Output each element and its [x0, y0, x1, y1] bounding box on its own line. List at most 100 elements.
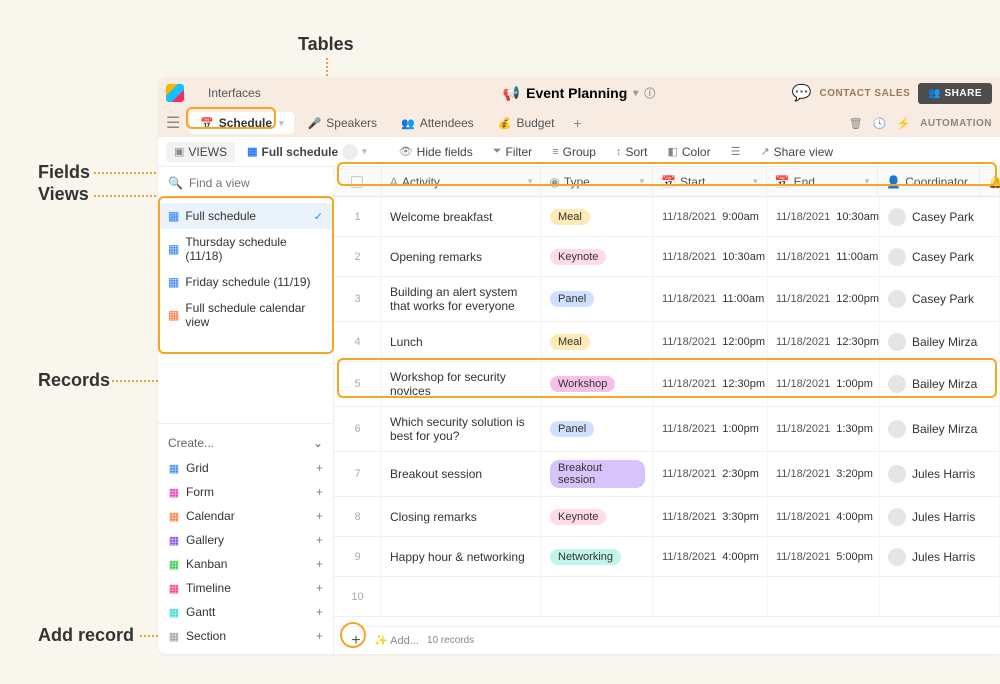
automation-label[interactable]: AUTOMATION — [920, 118, 992, 129]
cell-coordinator[interactable]: Jules Harris — [880, 452, 1000, 496]
cell-type[interactable]: Meal — [542, 322, 654, 361]
table-row[interactable]: 2 Opening remarks Keynote 11/18/202110:3… — [334, 237, 1000, 277]
cell-end[interactable]: 11/18/20211:30pm — [768, 407, 880, 451]
table-row[interactable]: 9 Happy hour & networking Networking 11/… — [334, 537, 1000, 577]
view-item[interactable]: ▦Full schedule calendar view — [158, 295, 333, 335]
cell-coordinator[interactable]: Bailey Mirza — [880, 322, 1000, 361]
create-section[interactable]: ▦Section+ — [158, 624, 333, 648]
cell-end[interactable]: 11/18/202110:30am — [768, 197, 880, 236]
cell-coordinator[interactable]: Bailey Mirza — [880, 362, 1000, 406]
cell-coordinator[interactable]: Jules Harris — [880, 497, 1000, 536]
cell-activity[interactable]: Breakout session — [382, 452, 542, 496]
select-all-checkbox[interactable] — [334, 167, 382, 196]
cell-type[interactable]: Networking — [542, 537, 654, 576]
row-height-button[interactable]: ☰ — [723, 142, 749, 161]
cell-activity[interactable]: Opening remarks — [382, 237, 542, 276]
add-record-button[interactable]: + — [346, 631, 366, 651]
contact-sales-link[interactable]: CONTACT SALES — [819, 88, 910, 99]
cell-activity[interactable]: Lunch — [382, 322, 542, 361]
view-item[interactable]: ▦Thursday schedule (11/18) — [158, 229, 333, 269]
cell-activity[interactable]: Welcome breakfast — [382, 197, 542, 236]
interfaces-link[interactable]: Interfaces — [208, 86, 261, 100]
cell-type[interactable]: Keynote — [542, 497, 654, 536]
column-end[interactable]: 📅End▾ — [767, 167, 879, 196]
column-start[interactable]: 📅Start▾ — [653, 167, 767, 196]
view-item[interactable]: ▦Full schedule✓ — [158, 203, 333, 229]
cell-start[interactable]: 11/18/202110:30am — [654, 237, 768, 276]
column-coordinator[interactable]: 👤Coordinator — [878, 167, 980, 196]
group-button[interactable]: ≡Group — [544, 142, 604, 162]
hide-fields-button[interactable]: 👁Hide fields — [391, 142, 481, 162]
table-row[interactable]: 3 Building an alert system that works fo… — [334, 277, 1000, 322]
create-grid[interactable]: ▦Grid+ — [158, 456, 333, 480]
menu-icon[interactable]: ☰ — [166, 113, 180, 133]
cell-end[interactable]: 11/18/20214:00pm — [768, 497, 880, 536]
cell-coordinator[interactable]: Jules Harris — [880, 537, 1000, 576]
share-view-button[interactable]: ↗Share view — [752, 142, 841, 162]
tab-speakers[interactable]: 🎤Speakers — [298, 112, 387, 134]
cell-activity[interactable]: Happy hour & networking — [382, 537, 542, 576]
cell-type[interactable]: Keynote — [542, 237, 654, 276]
cell-type[interactable]: Workshop — [542, 362, 654, 406]
trash-icon[interactable]: 🗑 — [849, 117, 863, 130]
cell-start[interactable]: 11/18/202111:00am — [654, 277, 768, 321]
cell-start[interactable]: 11/18/20212:30pm — [654, 452, 768, 496]
table-row[interactable]: 5 Workshop for security novices Workshop… — [334, 362, 1000, 407]
add-table-button[interactable]: + — [569, 114, 587, 132]
cell-coordinator[interactable]: Bailey Mirza — [880, 407, 1000, 451]
cell-type[interactable]: Panel — [542, 277, 654, 321]
view-item[interactable]: ▦Friday schedule (11/19) — [158, 269, 333, 295]
table-row[interactable]: 7 Breakout session Breakout session 11/1… — [334, 452, 1000, 497]
share-button[interactable]: 👥 SHARE — [918, 83, 992, 104]
create-view-header[interactable]: Create... ⌄ — [158, 430, 333, 456]
tab-budget[interactable]: 💰Budget — [488, 112, 565, 134]
cell-coordinator[interactable]: Casey Park — [880, 197, 1000, 236]
table-row[interactable]: 4 Lunch Meal 11/18/202112:00pm 11/18/202… — [334, 322, 1000, 362]
view-search-input[interactable] — [189, 176, 344, 190]
cell-end[interactable]: 11/18/20213:20pm — [768, 452, 880, 496]
create-calendar[interactable]: ▦Calendar+ — [158, 504, 333, 528]
current-view-dropdown[interactable]: ▦Full schedule ▾ — [239, 141, 375, 163]
tab-schedule[interactable]: 📅Schedule▾ — [190, 112, 294, 134]
cell-end[interactable]: 11/18/202112:30pm — [768, 322, 880, 361]
cell-end[interactable]: 11/18/20215:00pm — [768, 537, 880, 576]
table-row[interactable]: 10 — [334, 577, 1000, 617]
cell-type[interactable]: Panel — [542, 407, 654, 451]
cell-start[interactable]: 11/18/20214:00pm — [654, 537, 768, 576]
cell-end[interactable]: 11/18/202112:00pm — [768, 277, 880, 321]
table-row[interactable]: 6 Which security solution is best for yo… — [334, 407, 1000, 452]
cell-activity[interactable]: Building an alert system that works for … — [382, 277, 542, 321]
cell-type[interactable]: Meal — [542, 197, 654, 236]
cell-end[interactable]: 11/18/202111:00am — [768, 237, 880, 276]
cell-start[interactable]: 11/18/202112:00pm — [654, 322, 768, 361]
create-form[interactable]: ▦Form+ — [158, 480, 333, 504]
cell-coordinator[interactable]: Casey Park — [880, 237, 1000, 276]
create-kanban[interactable]: ▦Kanban+ — [158, 552, 333, 576]
cell-start[interactable]: 11/18/20211:00pm — [654, 407, 768, 451]
automation-icon[interactable]: ⚡ — [896, 117, 910, 130]
cell-end[interactable]: 11/18/20211:00pm — [768, 362, 880, 406]
app-logo[interactable] — [166, 84, 184, 102]
create-gantt[interactable]: ▦Gantt+ — [158, 600, 333, 624]
color-button[interactable]: ◧Color — [659, 142, 718, 162]
views-toggle[interactable]: ▣VIEWS — [166, 142, 235, 162]
base-name-dropdown[interactable]: 📢 Event Planning ▾ ⓘ — [503, 85, 656, 102]
filter-button[interactable]: ⏷Filter — [485, 142, 540, 162]
cell-start[interactable]: 11/18/20219:00am — [654, 197, 768, 236]
ai-add-button[interactable]: ✨ Add... — [374, 634, 419, 647]
cell-coordinator[interactable]: Casey Park — [880, 277, 1000, 321]
table-row[interactable]: 8 Closing remarks Keynote 11/18/20213:30… — [334, 497, 1000, 537]
cell-start[interactable]: 11/18/202112:30pm — [654, 362, 768, 406]
history-icon[interactable]: 🕓 — [873, 117, 887, 130]
create-gallery[interactable]: ▦Gallery+ — [158, 528, 333, 552]
notify-column[interactable]: 🔔 — [980, 167, 1000, 196]
sort-button[interactable]: ↕Sort — [608, 142, 656, 162]
tab-attendees[interactable]: 👥Attendees — [391, 112, 484, 134]
create-timeline[interactable]: ▦Timeline+ — [158, 576, 333, 600]
cell-start[interactable]: 11/18/20213:30pm — [654, 497, 768, 536]
column-type[interactable]: ◉Type▾ — [541, 167, 653, 196]
cell-activity[interactable]: Which security solution is best for you? — [382, 407, 542, 451]
table-row[interactable]: 1 Welcome breakfast Meal 11/18/20219:00a… — [334, 197, 1000, 237]
cell-activity[interactable]: Workshop for security novices — [382, 362, 542, 406]
column-activity[interactable]: AActivity▾ — [382, 167, 541, 196]
